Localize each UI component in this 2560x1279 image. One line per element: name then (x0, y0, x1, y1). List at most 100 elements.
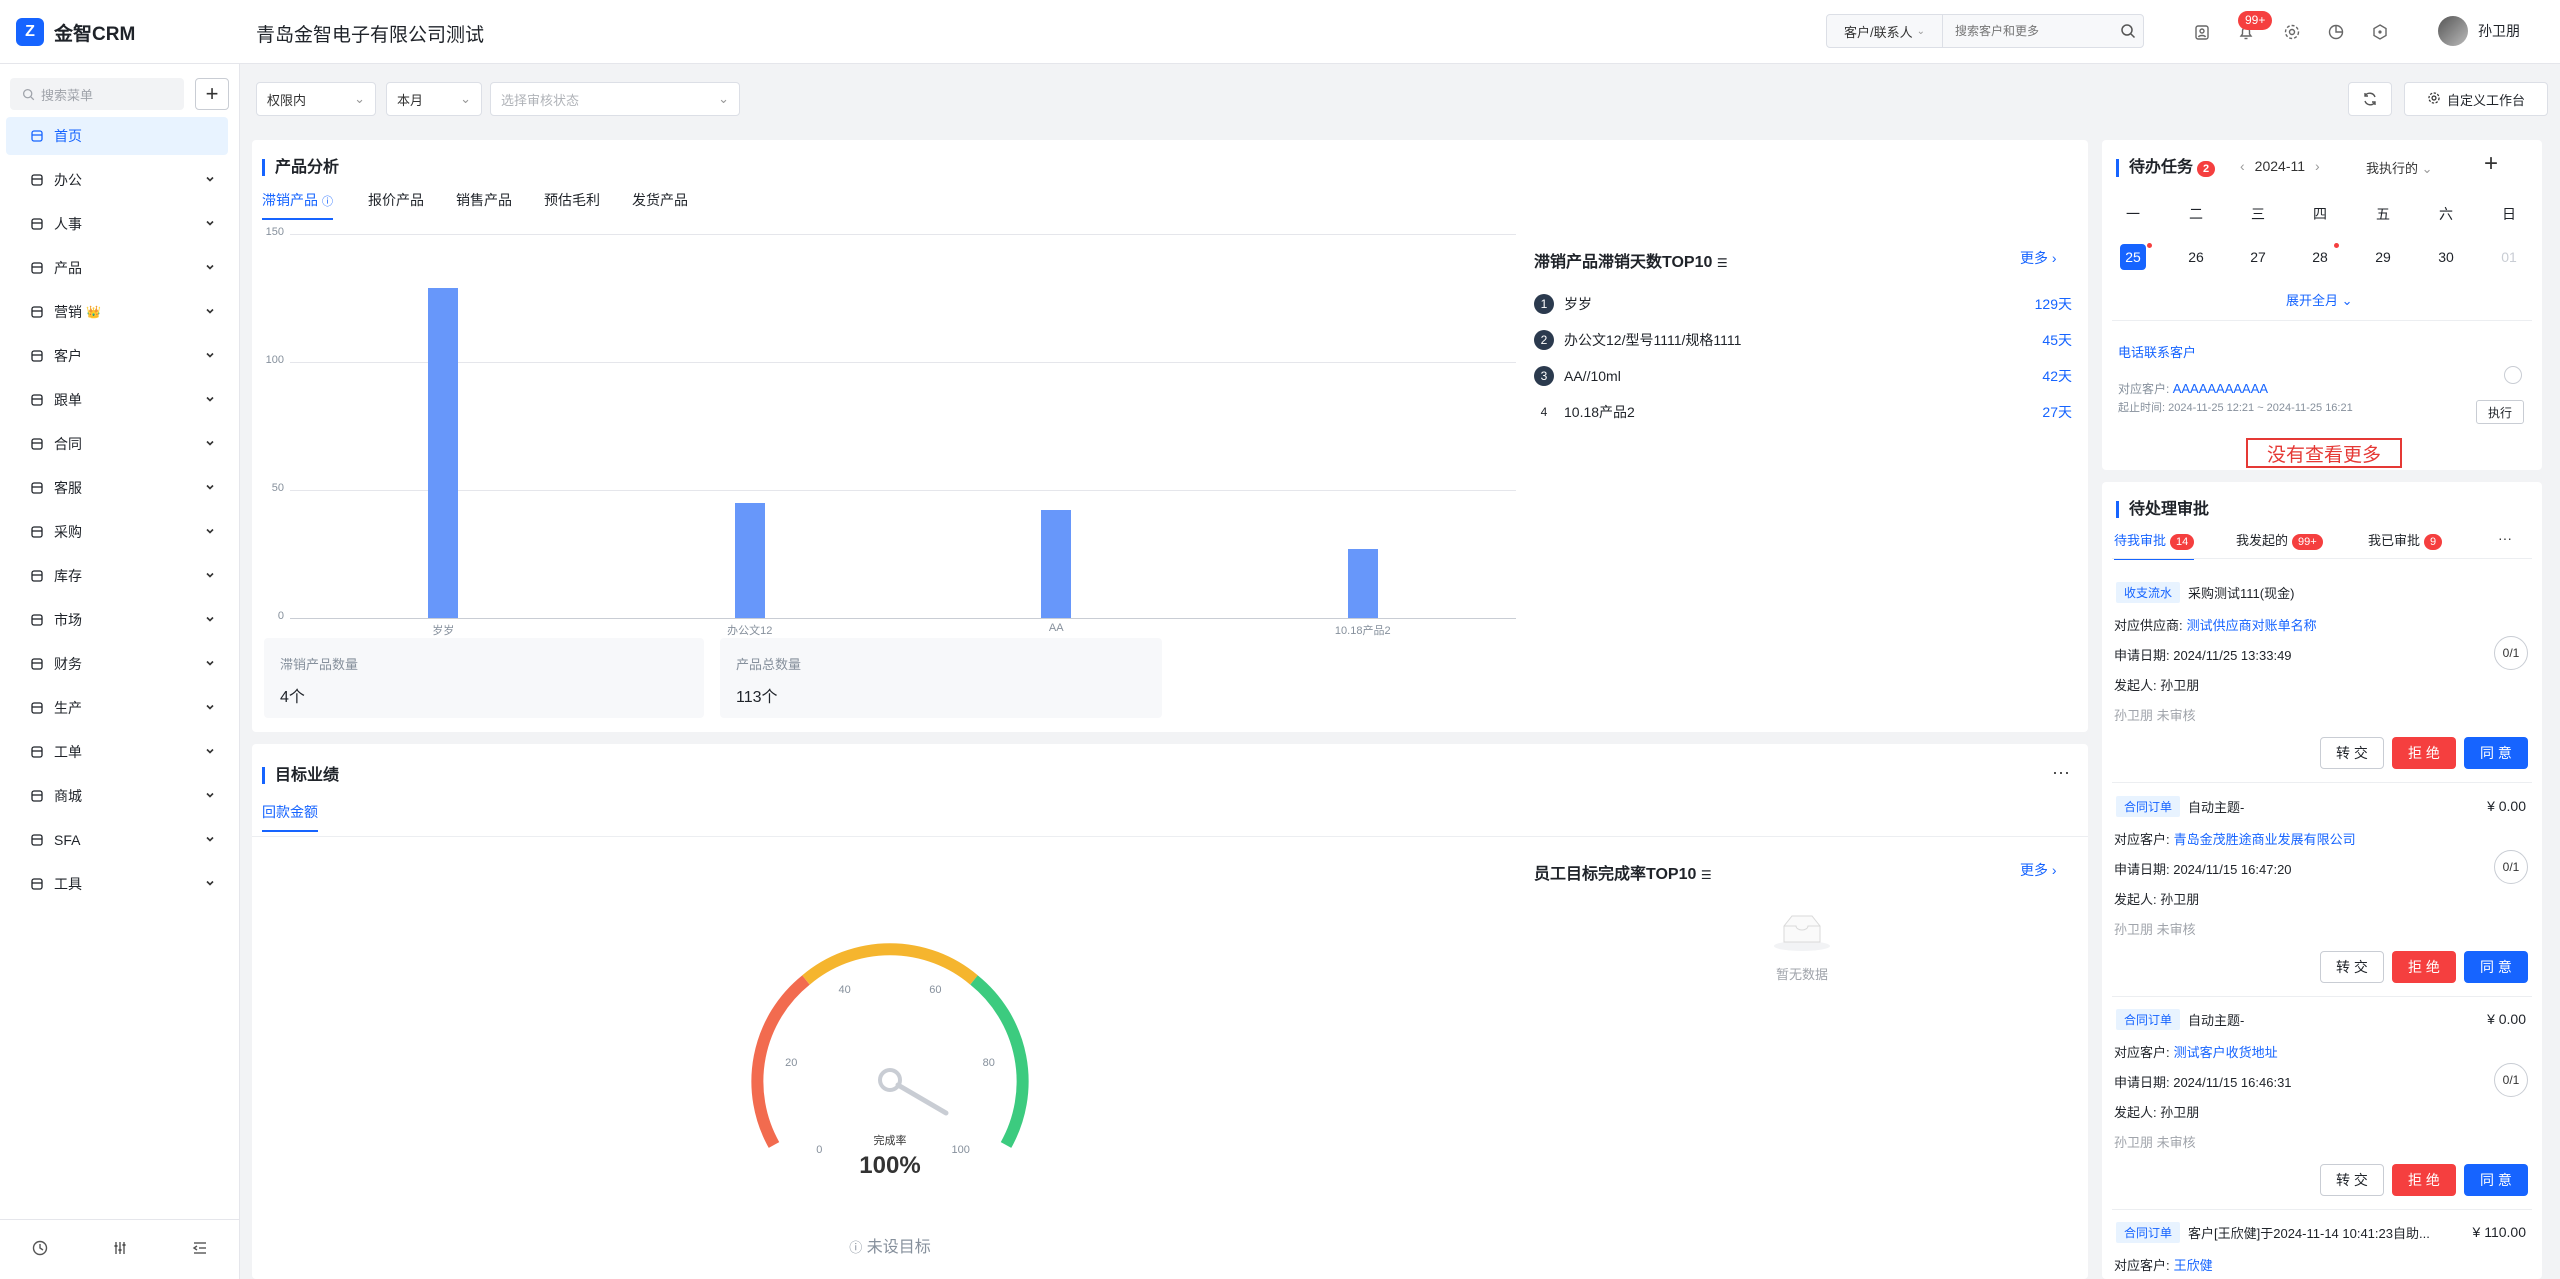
reject-button[interactable]: 拒 绝 (2392, 737, 2456, 769)
logo[interactable]: Z 金智CRM (16, 18, 135, 46)
scope-select[interactable]: 权限内 ⌄ (256, 82, 376, 116)
add-menu-button[interactable]: + (195, 78, 229, 110)
history-icon[interactable] (31, 1239, 49, 1260)
tab-product-1[interactable]: 报价产品 (368, 190, 424, 210)
sidebar-item-2[interactable]: 人事 (6, 205, 228, 243)
sidebar-item-14[interactable]: 工单 (6, 733, 228, 771)
stagnant-more-link[interactable]: 更多 › (2020, 248, 2057, 268)
tab-approval-1[interactable]: 我发起的 99+ (2236, 530, 2323, 550)
sidebar-item-17[interactable]: 工具 (6, 865, 228, 903)
chart-pie-icon[interactable] (2324, 20, 2348, 44)
party-link[interactable]: 青岛金茂胜途商业发展有限公司 (2174, 832, 2356, 847)
task-item-title[interactable]: 电话联系客户 (2118, 342, 2196, 361)
bar-1[interactable] (734, 502, 765, 618)
tab-approval-2[interactable]: 我已审批 9 (2368, 530, 2443, 550)
sidebar-item-7[interactable]: 合同 (6, 425, 228, 463)
approval-header[interactable]: 合同订单 客户[王欣健]于2024-11-14 10:41:23自助... (2114, 1222, 2430, 1243)
chevron-right-icon[interactable]: › (2315, 158, 2320, 174)
agree-button[interactable]: 同 意 (2464, 951, 2528, 983)
more-options-icon[interactable]: ··· (2052, 762, 2070, 783)
cube-icon[interactable] (2368, 20, 2392, 44)
search-type-select[interactable]: 客户/联系人 ⌄ (1827, 15, 1943, 47)
search-input[interactable] (1943, 24, 2113, 38)
ranking-row[interactable]: 1 岁岁 129天 (1534, 292, 2072, 316)
collapse-sidebar-icon[interactable] (191, 1239, 209, 1260)
task-complete-checkbox[interactable] (2504, 366, 2522, 384)
calendar-day[interactable]: 01 (2496, 244, 2522, 270)
sidebar-item-1[interactable]: 办公 (6, 161, 228, 199)
filter-settings-icon[interactable] (111, 1239, 129, 1260)
sidebar-item-11[interactable]: 市场 (6, 601, 228, 639)
more-label: 更多 (2020, 250, 2048, 266)
add-task-button[interactable]: + (2484, 150, 2498, 178)
employee-more-link[interactable]: 更多 › (2020, 860, 2057, 880)
agree-button[interactable]: 同 意 (2464, 1164, 2528, 1196)
party-link[interactable]: 测试客户收货地址 (2174, 1045, 2278, 1060)
sidebar-item-8[interactable]: 客服 (6, 469, 228, 507)
sidebar-item-15[interactable]: 商城 (6, 777, 228, 815)
search-icon[interactable] (2113, 23, 2143, 39)
tab-payment-amount[interactable]: 回款金额 (262, 802, 318, 832)
calendar-day[interactable]: 27 (2245, 244, 2271, 270)
expand-month-link[interactable]: 展开全月 ⌄ (2286, 290, 2353, 309)
rank-number: 2 (1534, 330, 1554, 350)
calendar-day[interactable]: 30 (2433, 244, 2459, 270)
audit-status-select[interactable]: 选择审核状态 ⌄ (490, 82, 740, 116)
tab-approval-0[interactable]: 待我审批 14 (2114, 530, 2195, 560)
menu-search-input[interactable]: 搜索菜单 (10, 78, 184, 110)
party-link[interactable]: 测试供应商对账单名称 (2187, 618, 2317, 633)
tab-product-3[interactable]: 预估毛利 (544, 190, 600, 210)
sidebar-item-5[interactable]: 客户 (6, 337, 228, 375)
sidebar-item-16[interactable]: SFA (6, 821, 228, 859)
ranking-row[interactable]: 3 AA//10ml 42天 (1534, 364, 2072, 388)
tab-product-2[interactable]: 销售产品 (456, 190, 512, 210)
approval-header[interactable]: 合同订单 自动主题- (2114, 796, 2244, 817)
transfer-button[interactable]: 转 交 (2320, 737, 2384, 769)
user-menu[interactable]: 孙卫朋 (2438, 16, 2520, 46)
refresh-button[interactable] (2348, 82, 2392, 116)
reject-button[interactable]: 拒 绝 (2392, 951, 2456, 983)
sidebar-item-4[interactable]: 营销 👑 (6, 293, 228, 331)
more-tabs-icon[interactable]: ··· (2498, 530, 2512, 546)
chevron-down-icon: ⌄ (354, 91, 365, 106)
chevron-left-icon[interactable]: ‹ (2240, 158, 2245, 174)
transfer-button[interactable]: 转 交 (2320, 1164, 2384, 1196)
sidebar-item-12[interactable]: 财务 (6, 645, 228, 683)
calendar-day[interactable]: 29 (2370, 244, 2396, 270)
reject-button[interactable]: 拒 绝 (2392, 1164, 2456, 1196)
weekday-label: 一 (2126, 206, 2140, 222)
tab-product-0[interactable]: 滞销产品 ⓘ (262, 190, 333, 220)
task-filter-select[interactable]: 我执行的 ⌄ (2366, 158, 2433, 177)
sidebar-item-9[interactable]: 采购 (6, 513, 228, 551)
bar-3[interactable] (1347, 548, 1378, 618)
sidebar-item-0[interactable]: 首页 (6, 117, 228, 155)
rank-name: 岁岁 (1564, 296, 1592, 312)
no-more-notice: 没有查看更多 (2246, 438, 2402, 468)
sidebar-item-6[interactable]: 跟单 (6, 381, 228, 419)
period-select[interactable]: 本月 ⌄ (386, 82, 482, 116)
bar-2[interactable] (1041, 510, 1072, 618)
transfer-button[interactable]: 转 交 (2320, 951, 2384, 983)
approval-header[interactable]: 合同订单 自动主题- (2114, 1009, 2244, 1030)
execute-task-button[interactable]: 执行 (2476, 400, 2524, 424)
notification-badge: 99+ (2238, 11, 2273, 30)
task-customer-link[interactable]: AAAAAAAAAAA (2173, 381, 2268, 396)
calendar-day[interactable]: 25 (2120, 244, 2146, 270)
bar-0[interactable] (428, 287, 459, 618)
customize-workspace-button[interactable]: 自定义工作台 (2404, 82, 2548, 116)
party-link[interactable]: 王欣健 (2174, 1258, 2213, 1273)
sidebar-item-10[interactable]: 库存 (6, 557, 228, 595)
gear-icon[interactable] (2280, 20, 2304, 44)
ranking-row[interactable]: 4 10.18产品2 27天 (1534, 400, 2072, 424)
ranking-row[interactable]: 2 办公文12/型号1111/规格1111 45天 (1534, 328, 2072, 352)
calendar-day[interactable]: 28 (2307, 244, 2333, 270)
tab-product-4[interactable]: 发货产品 (632, 190, 688, 210)
sidebar-item-13[interactable]: 生产 (6, 689, 228, 727)
sidebar-item-3[interactable]: 产品 (6, 249, 228, 287)
calendar-day[interactable]: 26 (2183, 244, 2209, 270)
approval-header[interactable]: 收支流水 采购测试111(现金) (2114, 582, 2294, 603)
audit-status-placeholder: 选择审核状态 (501, 92, 580, 108)
contacts-icon[interactable] (2190, 20, 2214, 44)
agree-button[interactable]: 同 意 (2464, 737, 2528, 769)
sidebar-item-label: 产品 (54, 260, 82, 276)
